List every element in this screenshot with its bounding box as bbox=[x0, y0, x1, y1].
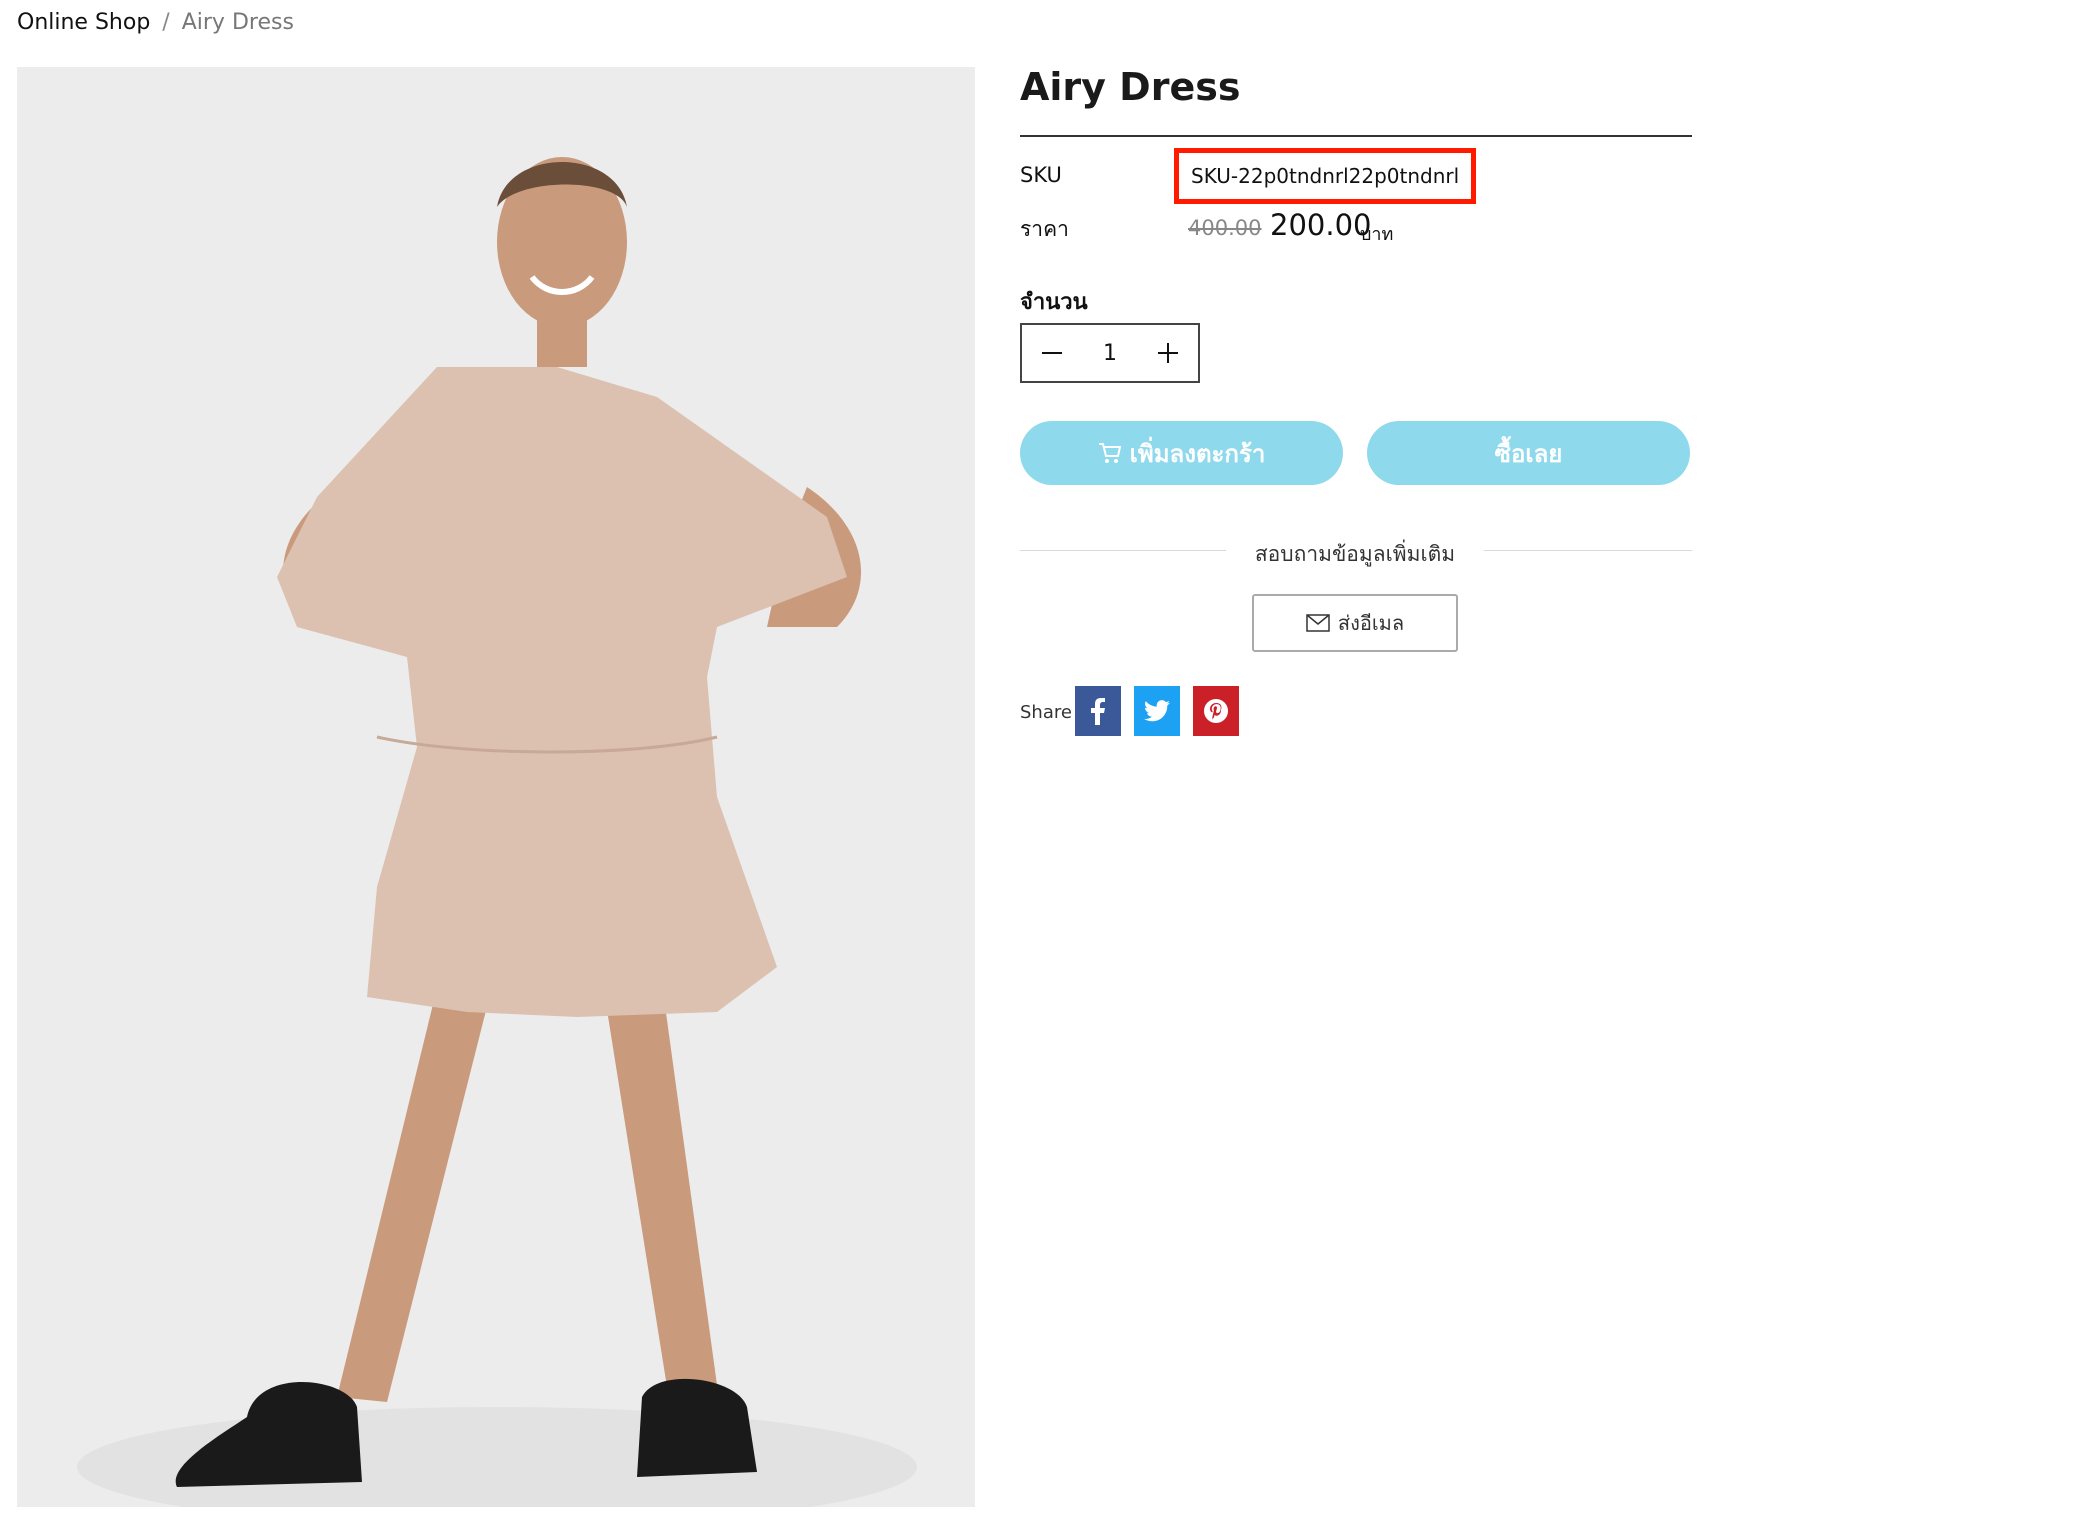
add-to-cart-button[interactable]: เพิ่มลงตะกร้า bbox=[1020, 421, 1343, 485]
add-to-cart-label: เพิ่มลงตะกร้า bbox=[1129, 439, 1266, 468]
twitter-icon bbox=[1144, 700, 1170, 722]
sale-price: 200.00 bbox=[1270, 208, 1372, 242]
quantity-stepper: 1 bbox=[1020, 323, 1200, 383]
send-email-button[interactable]: ส่งอีเมล bbox=[1252, 594, 1458, 652]
breadcrumb-separator: / bbox=[162, 10, 170, 35]
share-pinterest-button[interactable] bbox=[1193, 686, 1239, 736]
breadcrumb: Online Shop / Airy Dress bbox=[17, 10, 294, 35]
plus-icon bbox=[1158, 343, 1178, 363]
increase-quantity-button[interactable] bbox=[1138, 325, 1198, 381]
decrease-quantity-button[interactable] bbox=[1022, 325, 1082, 381]
breadcrumb-home-link[interactable]: Online Shop bbox=[17, 10, 150, 35]
model-in-dress-illustration bbox=[17, 67, 975, 1507]
quantity-value[interactable]: 1 bbox=[1103, 341, 1117, 366]
sku-label: SKU bbox=[1020, 163, 1062, 187]
price-unit: บาท bbox=[1360, 224, 1394, 245]
quantity-label: จำนวน bbox=[1020, 290, 1088, 315]
buy-now-label: ซื้อเลย bbox=[1494, 439, 1563, 468]
inquiry-heading: สอบถามข้อมูลเพิ่มเติม bbox=[1254, 542, 1456, 566]
inquiry-divider-right bbox=[1484, 550, 1692, 551]
buy-now-button[interactable]: ซื้อเลย bbox=[1367, 421, 1690, 485]
inquiry-divider-left bbox=[1020, 550, 1226, 551]
product-title: Airy Dress bbox=[1020, 65, 1241, 109]
sku-value: SKU-22p0tndnrl22p0tndnrl bbox=[1174, 148, 1476, 204]
send-email-label: ส่งอีเมล bbox=[1337, 611, 1405, 635]
price-label: ราคา bbox=[1020, 217, 1069, 241]
minus-icon bbox=[1042, 352, 1062, 354]
title-divider bbox=[1020, 135, 1692, 137]
product-info: Airy Dress bbox=[1020, 60, 1692, 137]
breadcrumb-current: Airy Dress bbox=[181, 10, 294, 35]
product-image[interactable] bbox=[17, 67, 975, 1507]
pinterest-icon bbox=[1204, 699, 1228, 723]
facebook-icon bbox=[1091, 698, 1105, 725]
share-label: Share bbox=[1020, 702, 1072, 723]
share-twitter-button[interactable] bbox=[1134, 686, 1180, 736]
original-price: 400.00 bbox=[1188, 216, 1262, 240]
share-facebook-button[interactable] bbox=[1075, 686, 1121, 736]
envelope-icon bbox=[1306, 614, 1330, 632]
cart-icon bbox=[1098, 443, 1121, 463]
